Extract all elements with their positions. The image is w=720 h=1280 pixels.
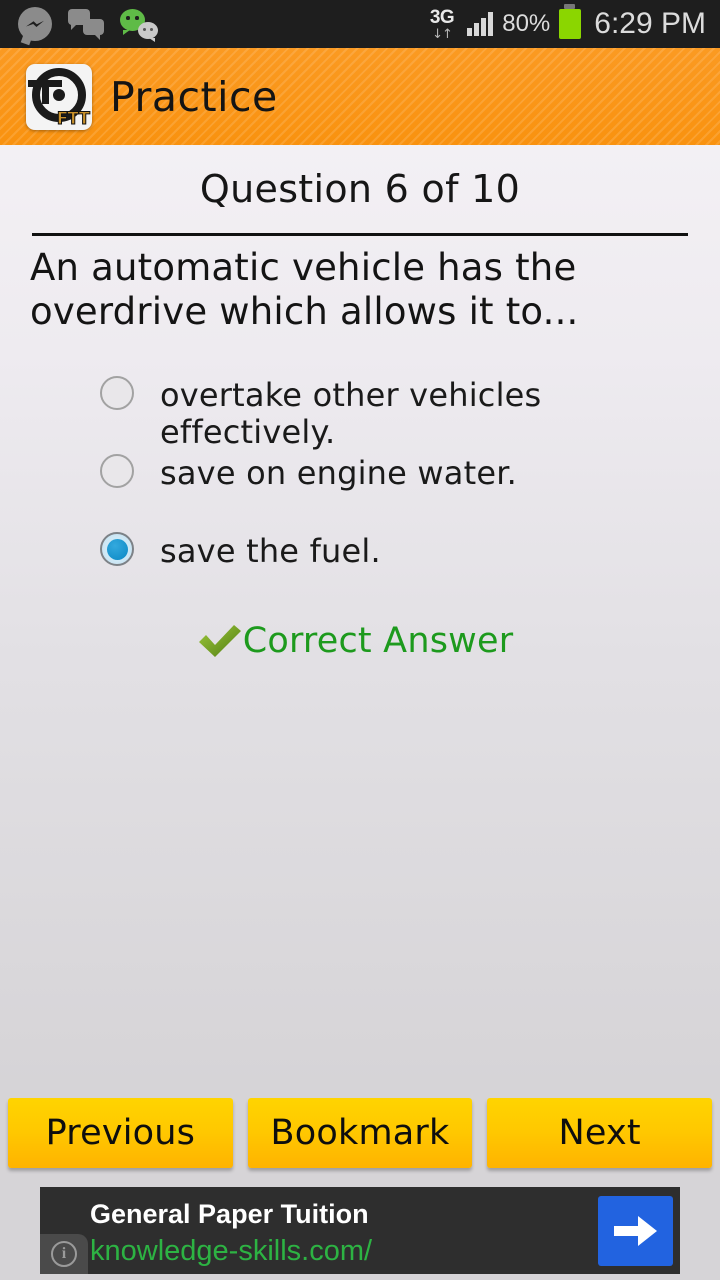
- status-bar: 3G ↓↑ 80% 6:29 PM: [0, 0, 720, 48]
- answer-option-1[interactable]: overtake other vehicles effectively.: [0, 373, 720, 451]
- answer-option-3[interactable]: save the fuel.: [0, 529, 720, 607]
- ad-headline: General Paper Tuition: [90, 1199, 369, 1229]
- info-glyph: i: [51, 1241, 77, 1267]
- chat-bubbles-icon: [68, 9, 104, 40]
- signal-bars-icon: [467, 12, 494, 36]
- quiz-navigation-bar: Previous Bookmark Next: [0, 1098, 720, 1168]
- messenger-icon: [18, 7, 52, 41]
- ad-info-icon[interactable]: i: [40, 1234, 88, 1274]
- correct-answer-label: Correct Answer: [242, 621, 514, 662]
- data-transfer-arrows-icon: ↓↑: [432, 27, 453, 42]
- question-text: An automatic vehicle has the overdrive w…: [30, 246, 579, 333]
- battery-percent-label: 80%: [502, 10, 551, 37]
- wechat-icon: [120, 9, 158, 42]
- network-type-label: 3G: [429, 7, 455, 28]
- ad-url[interactable]: knowledge-skills.com/: [90, 1235, 372, 1268]
- status-bar-system: 3G ↓↑ 80% 6:29 PM: [429, 4, 706, 42]
- answer-option-label: save the fuel.: [160, 532, 381, 571]
- app-bar: FTT Practice: [0, 48, 720, 145]
- next-button[interactable]: Next: [487, 1098, 713, 1168]
- previous-button[interactable]: Previous: [8, 1098, 233, 1168]
- answer-option-label: save on engine water.: [160, 454, 518, 493]
- network-type-indicator: 3G ↓↑: [429, 7, 455, 42]
- question-counter: Question 6 of 10: [199, 167, 521, 211]
- battery-icon: [559, 4, 582, 39]
- check-mark-icon: [198, 625, 241, 658]
- bookmark-button[interactable]: Bookmark: [247, 1098, 473, 1168]
- ad-cta-button[interactable]: [598, 1196, 673, 1266]
- ad-banner[interactable]: General Paper Tuition knowledge-skills.c…: [40, 1187, 680, 1274]
- answer-option-label: overtake other vehicles effectively.: [160, 376, 542, 452]
- radio-button-3[interactable]: [100, 532, 134, 567]
- page-title: Practice: [110, 72, 278, 121]
- correct-answer-feedback: Correct Answer: [0, 621, 720, 661]
- answer-options-list: overtake other vehicles effectively. sav…: [0, 373, 720, 661]
- arrow-right-icon: [613, 1216, 657, 1246]
- steering-wheel-ftt-logo-icon: FTT: [26, 63, 92, 130]
- status-bar-notifications: [18, 7, 158, 42]
- answer-option-2[interactable]: save on engine water.: [0, 451, 720, 529]
- radio-button-1[interactable]: [100, 376, 134, 411]
- logo-ftt-label: FTT: [56, 108, 90, 129]
- clock-label: 6:29 PM: [594, 7, 706, 40]
- radio-button-2[interactable]: [100, 454, 134, 489]
- quiz-content: Question 6 of 10 An automatic vehicle ha…: [0, 145, 720, 1085]
